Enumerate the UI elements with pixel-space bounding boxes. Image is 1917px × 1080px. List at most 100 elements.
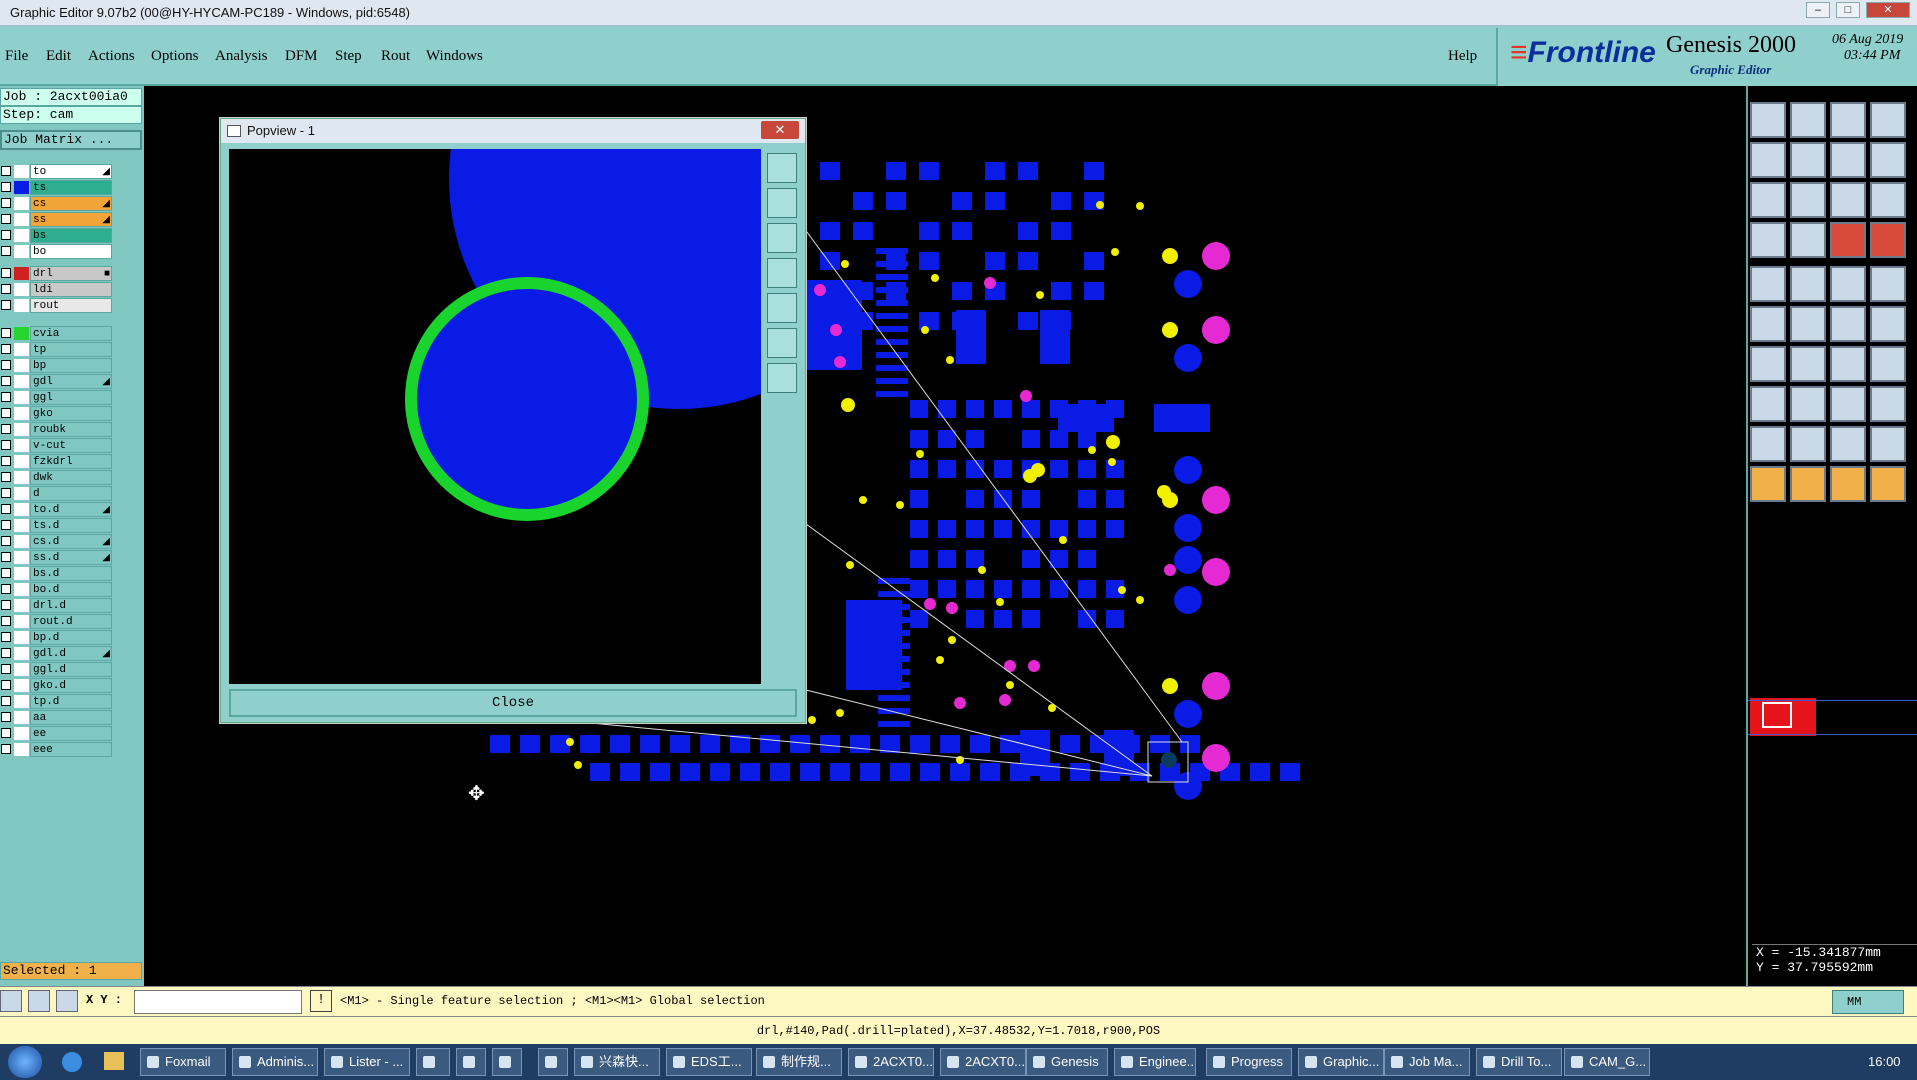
smd-pad[interactable] — [910, 580, 928, 598]
layer-color-swatch[interactable] — [14, 487, 29, 500]
layer-row-ggl[interactable]: ggl — [0, 390, 116, 405]
layer-name[interactable]: cvia — [30, 326, 112, 341]
smd-pad[interactable] — [1022, 580, 1040, 598]
via-hole[interactable] — [846, 561, 854, 569]
layer-name[interactable]: bs — [30, 228, 112, 243]
layer-checkbox[interactable] — [1, 182, 11, 192]
smd-pad[interactable] — [919, 252, 939, 270]
drill-icon[interactable] — [1870, 222, 1906, 258]
smd-pad[interactable] — [1022, 430, 1040, 448]
layer-color-swatch[interactable] — [14, 471, 29, 484]
smd-pad[interactable] — [938, 550, 956, 568]
smd-pad[interactable] — [850, 735, 870, 753]
via-hole[interactable] — [1088, 446, 1096, 454]
layer-checkbox[interactable] — [1, 344, 11, 354]
layer-row-bo.d[interactable]: bo.d — [0, 582, 116, 597]
layer-color-swatch[interactable] — [14, 197, 29, 210]
layer-checkbox[interactable] — [1, 300, 11, 310]
layer-checkbox[interactable] — [1, 632, 11, 642]
layer-name[interactable]: gko — [30, 406, 112, 421]
layer-checkbox[interactable] — [1, 488, 11, 498]
layer-row-tp[interactable]: tp — [0, 342, 116, 357]
layer-row-d[interactable]: d — [0, 486, 116, 501]
test-point[interactable] — [1031, 463, 1045, 477]
popview-pan-left-icon[interactable] — [767, 258, 797, 288]
snap-mode-icon[interactable] — [0, 990, 22, 1012]
via-pad[interactable] — [1174, 344, 1202, 372]
poly-icon[interactable] — [1830, 426, 1866, 462]
smd-pad[interactable] — [1051, 282, 1071, 300]
fine-pitch-pad[interactable] — [876, 248, 908, 254]
menu-actions[interactable]: Actions — [88, 48, 135, 65]
layer-row-ldi[interactable]: ldi — [0, 282, 116, 297]
via-hole[interactable] — [1118, 586, 1126, 594]
via-hole[interactable] — [836, 709, 844, 717]
layer-row-cs.d[interactable]: cs.d ◢ — [0, 534, 116, 549]
layer-checkbox[interactable] — [1, 664, 11, 674]
split-icon[interactable] — [1870, 142, 1906, 178]
fine-pitch-pad[interactable] — [878, 578, 910, 584]
route-icon[interactable] — [1830, 222, 1866, 258]
layer-checkbox[interactable] — [1, 376, 11, 386]
plated-hole[interactable] — [984, 277, 996, 289]
start-button[interactable] — [8, 1046, 42, 1078]
layer-color-swatch[interactable] — [14, 519, 29, 532]
via-hole[interactable] — [978, 566, 986, 574]
smd-pad[interactable] — [950, 763, 970, 781]
menu-edit[interactable]: Edit — [46, 48, 71, 65]
home-icon[interactable] — [1830, 102, 1866, 138]
smd-pad[interactable] — [800, 763, 820, 781]
smd-pad[interactable] — [938, 460, 956, 478]
layer-checkbox[interactable] — [1, 284, 11, 294]
smd-pad[interactable] — [966, 490, 984, 508]
smd-pad[interactable] — [970, 735, 990, 753]
smd-pad[interactable] — [1106, 520, 1124, 538]
via-hole[interactable] — [916, 450, 924, 458]
smd-pad[interactable] — [610, 735, 630, 753]
layer-name[interactable]: ts.d — [30, 518, 112, 533]
plated-hole[interactable] — [1202, 316, 1230, 344]
smd-pad[interactable] — [820, 735, 840, 753]
cross-icon[interactable] — [1790, 306, 1826, 342]
layer-color-swatch[interactable] — [14, 407, 29, 420]
fine-pitch-pad[interactable] — [878, 721, 910, 727]
layer-row-rout.d[interactable]: rout.d — [0, 614, 116, 629]
import-icon[interactable] — [1750, 142, 1786, 178]
layer-checkbox[interactable] — [1, 408, 11, 418]
smd-pad[interactable] — [1050, 430, 1068, 448]
layer-checkbox[interactable] — [1, 328, 11, 338]
layer-color-swatch[interactable] — [14, 743, 29, 756]
explorer-icon[interactable] — [104, 1052, 124, 1070]
test-point[interactable] — [1157, 485, 1171, 499]
smd-pad[interactable] — [1078, 460, 1096, 478]
merge-icon[interactable] — [1830, 142, 1866, 178]
smd-pad[interactable] — [966, 610, 984, 628]
layer-color-swatch[interactable] — [14, 631, 29, 644]
smd-pad[interactable] — [910, 490, 928, 508]
layer-checkbox[interactable] — [1, 712, 11, 722]
layer-row-ss.d[interactable]: ss.d ◢ — [0, 550, 116, 565]
large-pad[interactable] — [1020, 730, 1050, 776]
via-hole[interactable] — [1108, 458, 1116, 466]
layer-row-ggl.d[interactable]: ggl.d — [0, 662, 116, 677]
layer-name[interactable]: rout.d — [30, 614, 112, 629]
large-pad[interactable] — [1104, 730, 1134, 776]
smd-pad[interactable] — [1018, 252, 1038, 270]
fine-pitch-pad[interactable] — [876, 352, 908, 358]
smd-pad[interactable] — [1022, 400, 1040, 418]
via-pad[interactable] — [1174, 270, 1202, 298]
layer-name[interactable]: roubk — [30, 422, 112, 437]
layer-row-drl[interactable]: drl ■ — [0, 266, 116, 281]
via-pad[interactable] — [1174, 586, 1202, 614]
taskbar-button[interactable]: 制作规... — [756, 1048, 842, 1076]
smd-pad[interactable] — [985, 162, 1005, 180]
smd-pad[interactable] — [966, 400, 984, 418]
layer-name[interactable]: gko.d — [30, 678, 112, 693]
layer-color-swatch[interactable] — [14, 663, 29, 676]
smd-pad[interactable] — [966, 520, 984, 538]
fine-pitch-pad[interactable] — [876, 365, 908, 371]
via-hole[interactable] — [921, 326, 929, 334]
fine-pitch-pad[interactable] — [878, 695, 910, 701]
via-hole[interactable] — [1059, 536, 1067, 544]
select-icon[interactable] — [1750, 466, 1786, 502]
